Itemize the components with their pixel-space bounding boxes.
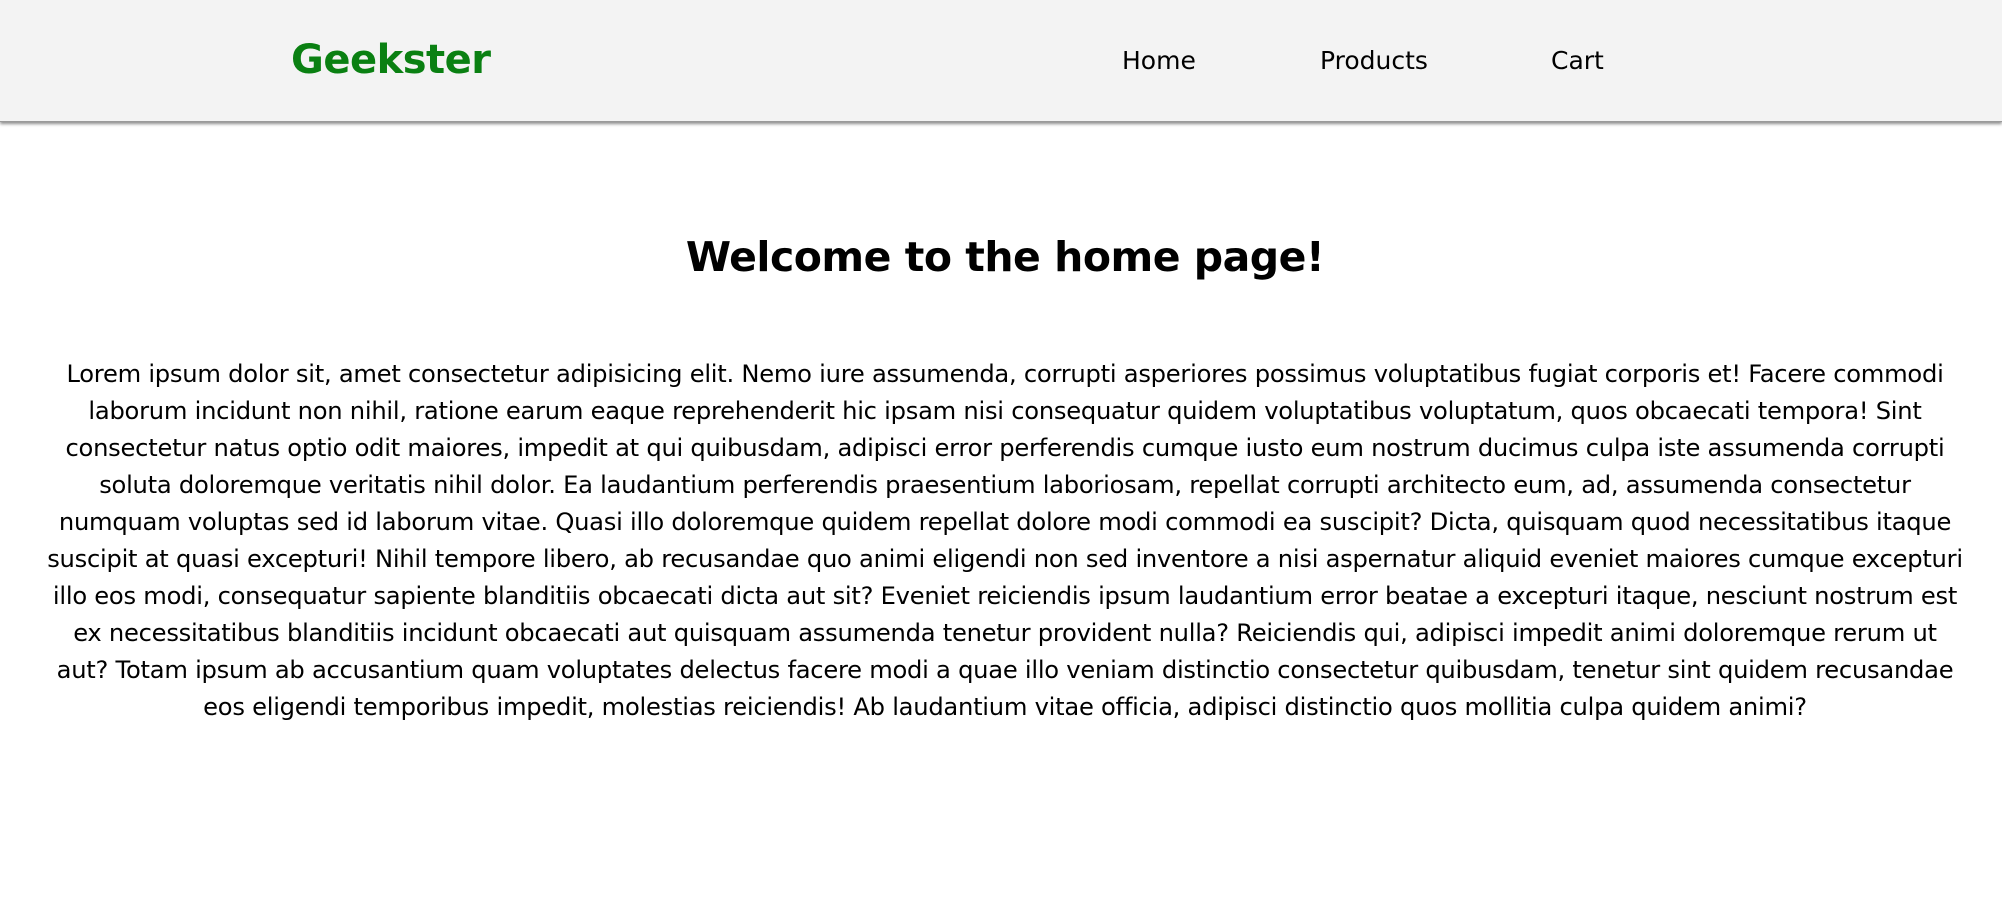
nav-link-cart[interactable]: Cart <box>1551 43 1604 79</box>
nav-link-products[interactable]: Products <box>1320 43 1428 79</box>
nav-link-home[interactable]: Home <box>1122 43 1196 79</box>
nav-links: Home Products Cart <box>0 0 2002 122</box>
navbar: Geekster Home Products Cart <box>0 0 2002 122</box>
intro-paragraph: Lorem ipsum dolor sit, amet consectetur … <box>47 360 1963 721</box>
page-title: Welcome to the home page! <box>685 233 1325 281</box>
